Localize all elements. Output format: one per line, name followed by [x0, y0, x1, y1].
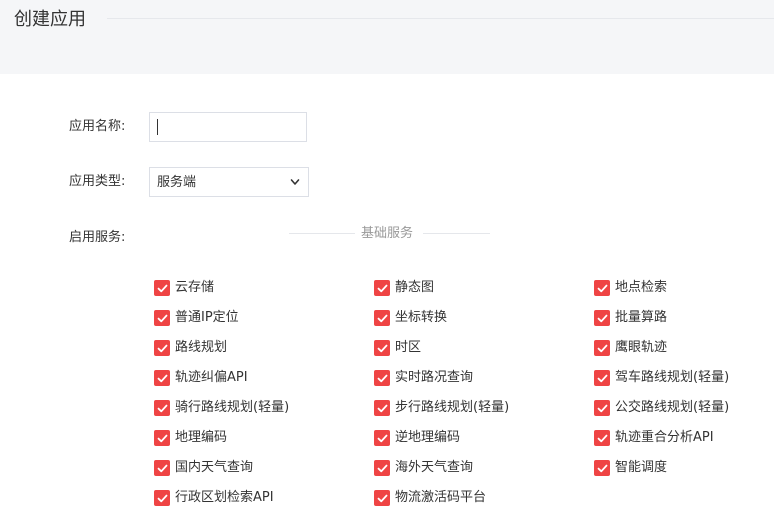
- service-checkbox-item[interactable]: 国内天气查询: [154, 459, 253, 477]
- service-label: 轨迹纠偏API: [175, 370, 248, 385]
- checkbox-checked-icon[interactable]: [594, 340, 610, 356]
- service-label: 轨迹重合分析API: [615, 430, 714, 445]
- checkbox-checked-icon[interactable]: [154, 310, 170, 326]
- text-cursor: [157, 119, 158, 135]
- service-checkbox-item[interactable]: 时区: [374, 339, 421, 357]
- checkbox-checked-icon[interactable]: [154, 370, 170, 386]
- checkbox-checked-icon[interactable]: [154, 280, 170, 296]
- service-label: 驾车路线规划(轻量): [615, 370, 730, 385]
- page-title: 创建应用: [14, 9, 86, 30]
- service-checkbox-item[interactable]: 云存储: [154, 279, 214, 297]
- service-checkbox-item[interactable]: 逆地理编码: [374, 429, 460, 447]
- service-checkbox-item[interactable]: 行政区划检索API: [154, 489, 274, 507]
- checkbox-checked-icon[interactable]: [154, 490, 170, 506]
- checkbox-checked-icon[interactable]: [374, 490, 390, 506]
- header-divider: [107, 18, 774, 19]
- checkbox-checked-icon[interactable]: [594, 400, 610, 416]
- checkbox-checked-icon[interactable]: [594, 460, 610, 476]
- checkbox-checked-icon[interactable]: [154, 400, 170, 416]
- service-label: 批量算路: [615, 310, 668, 325]
- service-checkbox-item[interactable]: 骑行路线规划(轻量): [154, 399, 289, 417]
- checkbox-checked-icon[interactable]: [374, 370, 390, 386]
- service-checkbox-item[interactable]: 驾车路线规划(轻量): [594, 369, 729, 387]
- service-checkbox-item[interactable]: 静态图: [374, 279, 434, 297]
- section-divider-right: [423, 233, 490, 234]
- service-checkbox-item[interactable]: 地点检索: [594, 279, 667, 297]
- service-label: 地理编码: [175, 430, 228, 445]
- service-checkbox-item[interactable]: 智能调度: [594, 459, 667, 477]
- service-checkbox-item[interactable]: 地理编码: [154, 429, 227, 447]
- service-label: 公交路线规划(轻量): [615, 400, 730, 415]
- app-type-selected-value: 服务端: [157, 175, 197, 190]
- service-checkbox-item[interactable]: 物流激活码平台: [374, 489, 486, 507]
- service-checkbox-item[interactable]: 路线规划: [154, 339, 227, 357]
- checkbox-checked-icon[interactable]: [594, 430, 610, 446]
- service-checkbox-item[interactable]: 普通IP定位: [154, 309, 239, 327]
- checkbox-checked-icon[interactable]: [154, 460, 170, 476]
- enabled-services-label: 启用服务:: [69, 230, 126, 245]
- checkbox-checked-icon[interactable]: [374, 280, 390, 296]
- checkbox-checked-icon[interactable]: [374, 310, 390, 326]
- checkbox-checked-icon[interactable]: [594, 280, 610, 296]
- service-label: 国内天气查询: [175, 460, 254, 475]
- service-checkbox-item[interactable]: 坐标转换: [374, 309, 447, 327]
- checkbox-checked-icon[interactable]: [374, 460, 390, 476]
- service-label: 实时路况查询: [395, 370, 474, 385]
- service-label: 物流激活码平台: [395, 490, 487, 505]
- service-label: 步行路线规划(轻量): [395, 400, 510, 415]
- service-label: 海外天气查询: [395, 460, 474, 475]
- service-checkbox-item[interactable]: 批量算路: [594, 309, 667, 327]
- service-label: 时区: [395, 340, 422, 355]
- service-checkbox-item[interactable]: 轨迹重合分析API: [594, 429, 714, 447]
- checkbox-checked-icon[interactable]: [594, 310, 610, 326]
- checkbox-checked-icon[interactable]: [594, 370, 610, 386]
- service-label: 静态图: [395, 280, 435, 295]
- checkbox-checked-icon[interactable]: [374, 340, 390, 356]
- checkbox-checked-icon[interactable]: [154, 340, 170, 356]
- chevron-down-icon: [290, 179, 300, 185]
- service-label: 鹰眼轨迹: [615, 340, 668, 355]
- service-label: 路线规划: [175, 340, 228, 355]
- service-label: 普通IP定位: [175, 310, 239, 325]
- section-divider-left: [289, 233, 355, 234]
- app-type-label: 应用类型:: [69, 174, 126, 189]
- service-label: 云存储: [175, 280, 215, 295]
- service-checkbox-item[interactable]: 实时路况查询: [374, 369, 473, 387]
- app-type-select[interactable]: 服务端: [149, 167, 309, 197]
- checkbox-checked-icon[interactable]: [374, 430, 390, 446]
- app-name-input[interactable]: [149, 112, 307, 142]
- service-label: 地点检索: [615, 280, 668, 295]
- service-checkbox-item[interactable]: 鹰眼轨迹: [594, 339, 667, 357]
- service-checkbox-item[interactable]: 轨迹纠偏API: [154, 369, 248, 387]
- service-label: 逆地理编码: [395, 430, 461, 445]
- checkbox-checked-icon[interactable]: [154, 430, 170, 446]
- service-label: 坐标转换: [395, 310, 448, 325]
- service-label: 行政区划检索API: [175, 490, 274, 505]
- service-label: 骑行路线规划(轻量): [175, 400, 290, 415]
- service-checkbox-item[interactable]: 步行路线规划(轻量): [374, 399, 509, 417]
- service-checkbox-item[interactable]: 海外天气查询: [374, 459, 473, 477]
- section-title-basic-services: 基础服务: [361, 226, 414, 241]
- page-header: 创建应用: [0, 0, 774, 74]
- checkbox-checked-icon[interactable]: [374, 400, 390, 416]
- service-checkbox-item[interactable]: 公交路线规划(轻量): [594, 399, 729, 417]
- service-label: 智能调度: [615, 460, 668, 475]
- app-name-label: 应用名称:: [69, 119, 126, 134]
